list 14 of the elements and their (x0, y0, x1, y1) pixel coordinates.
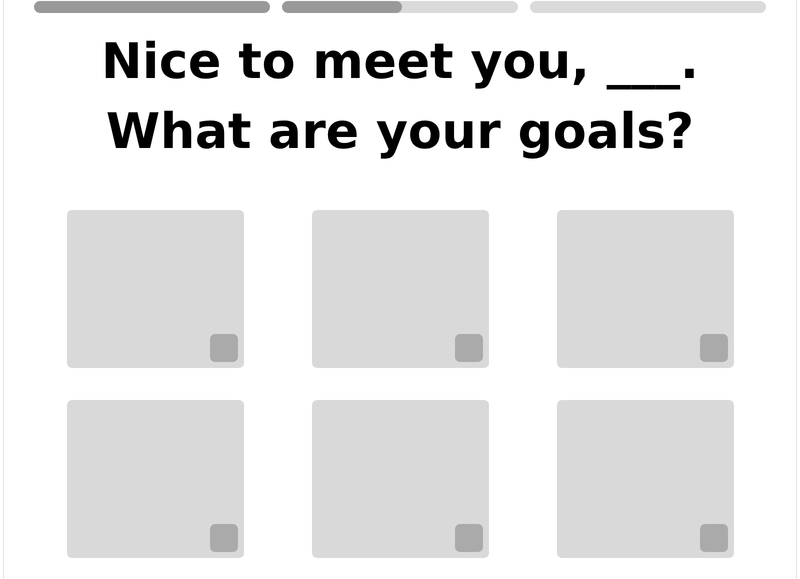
checkbox[interactable] (454, 524, 482, 552)
checkbox[interactable] (700, 524, 728, 552)
checkbox[interactable] (454, 334, 482, 362)
goal-card[interactable] (312, 210, 488, 368)
checkbox[interactable] (210, 524, 238, 552)
goal-card[interactable] (556, 400, 734, 558)
goal-card[interactable] (66, 210, 244, 368)
checkbox[interactable] (700, 334, 728, 362)
goal-card[interactable] (312, 400, 488, 558)
heading-line: Nice to meet you, ___. (100, 32, 700, 92)
checkbox[interactable] (210, 334, 238, 362)
goal-card[interactable] (66, 400, 244, 558)
heading-line: What are your goals? (105, 102, 695, 162)
goal-card[interactable] (556, 210, 734, 368)
